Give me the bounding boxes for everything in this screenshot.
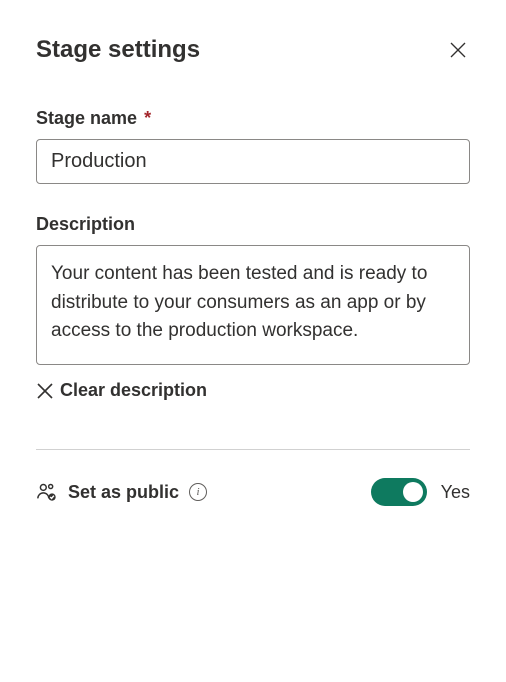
close-button[interactable] xyxy=(446,38,470,62)
set-as-public-toggle[interactable] xyxy=(371,478,427,506)
stage-name-input[interactable] xyxy=(36,139,470,184)
required-indicator: * xyxy=(144,108,151,128)
description-textarea[interactable]: Your content has been tested and is read… xyxy=(36,245,470,365)
clear-description-button[interactable]: Clear description xyxy=(36,380,470,401)
close-icon xyxy=(36,382,54,400)
stage-name-label-text: Stage name xyxy=(36,108,137,128)
set-as-public-left: Set as public i xyxy=(36,481,207,503)
section-divider xyxy=(36,449,470,450)
set-as-public-label: Set as public xyxy=(68,482,179,503)
description-label: Description xyxy=(36,214,470,235)
set-as-public-toggle-wrap: Yes xyxy=(371,478,470,506)
set-as-public-toggle-state: Yes xyxy=(441,482,470,503)
panel-title: Stage settings xyxy=(36,36,200,64)
close-icon xyxy=(449,41,467,59)
description-field: Description Your content has been tested… xyxy=(36,214,470,401)
stage-name-label: Stage name * xyxy=(36,108,470,129)
toggle-knob xyxy=(403,482,423,502)
panel-header: Stage settings xyxy=(36,36,470,64)
people-public-icon xyxy=(36,481,58,503)
set-as-public-row: Set as public i Yes xyxy=(36,478,470,506)
info-icon[interactable]: i xyxy=(189,483,207,501)
stage-name-field: Stage name * xyxy=(36,108,470,184)
clear-description-label: Clear description xyxy=(60,380,207,401)
